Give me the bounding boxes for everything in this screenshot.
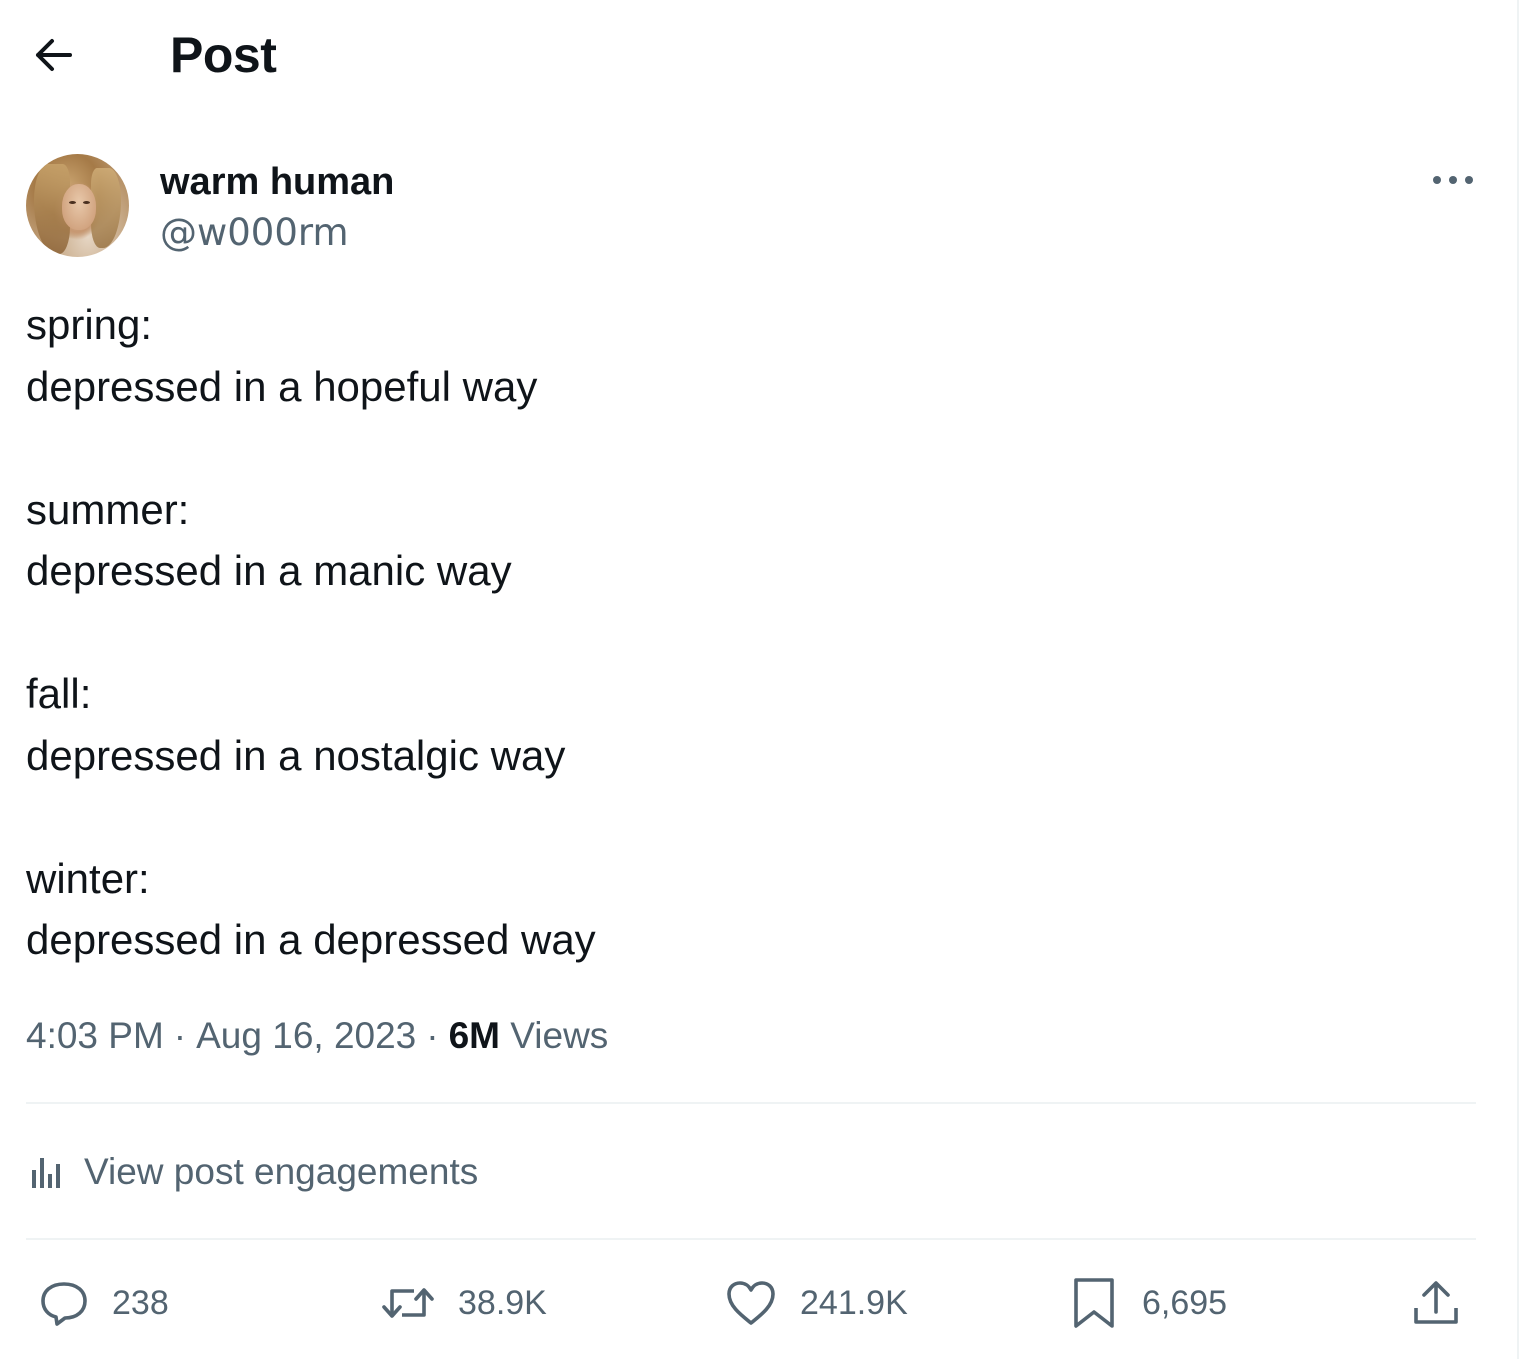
post-date[interactable]: Aug 16, 2023	[196, 1015, 416, 1056]
post-metadata: 4:03 PM · Aug 16, 2023 · 6M Views	[26, 1012, 608, 1060]
post-line: depressed in a nostalgic way	[26, 731, 566, 779]
repost-button[interactable]: 38.9K	[380, 1274, 547, 1332]
page-header: Post	[0, 0, 1519, 110]
views-count: 6M	[448, 1015, 500, 1056]
post-line: winter:	[26, 854, 150, 902]
avatar-eye-right	[83, 201, 90, 204]
more-options-button[interactable]	[1420, 158, 1486, 202]
author-display-name[interactable]: warm human	[160, 160, 394, 204]
engagements-label: View post engagements	[84, 1151, 479, 1192]
bookmark-count: 6,695	[1142, 1284, 1228, 1322]
like-button[interactable]: 241.9K	[724, 1274, 908, 1332]
like-count: 241.9K	[800, 1284, 908, 1322]
share-button[interactable]	[1408, 1274, 1464, 1332]
post-time[interactable]: 4:03 PM	[26, 1015, 164, 1056]
reply-button[interactable]: 238	[38, 1274, 169, 1332]
divider	[26, 1238, 1476, 1240]
bookmark-button[interactable]: 6,695	[1068, 1274, 1227, 1332]
avatar-eye-left	[69, 201, 76, 204]
view-engagements-link[interactable]: View post engagements	[26, 1146, 478, 1198]
post-line: depressed in a manic way	[26, 547, 512, 594]
arrow-left-icon	[30, 35, 74, 75]
meta-separator: ·	[173, 1015, 187, 1056]
bookmark-icon	[1068, 1276, 1120, 1330]
repost-icon	[380, 1281, 436, 1325]
avatar-face	[62, 184, 96, 230]
post-text: spring: depressed in a hopeful way summe…	[26, 294, 1476, 971]
post-line: depressed in a depressed way	[26, 916, 596, 963]
views-label: Views	[510, 1015, 609, 1056]
post-line: spring:	[26, 301, 153, 348]
meta-separator: ·	[426, 1015, 439, 1056]
reply-count: 238	[112, 1284, 169, 1322]
back-button[interactable]	[22, 28, 82, 82]
post-line: depressed in a hopeful way	[26, 362, 538, 410]
analytics-bars-icon	[26, 1152, 66, 1192]
author-handle[interactable]: @w000rm	[160, 211, 349, 255]
heart-icon	[724, 1279, 778, 1327]
avatar[interactable]	[26, 154, 129, 257]
post-line: summer:	[26, 485, 190, 533]
more-horizontal-icon	[1431, 174, 1475, 186]
page-title: Post	[170, 27, 277, 83]
share-icon	[1408, 1278, 1464, 1328]
repost-count: 38.9K	[458, 1284, 547, 1322]
post-line: fall:	[26, 670, 92, 717]
reply-icon	[38, 1278, 90, 1328]
divider	[26, 1102, 1476, 1104]
post-detail-page: Post warm human @w000rm spring: depresse…	[0, 0, 1519, 1359]
